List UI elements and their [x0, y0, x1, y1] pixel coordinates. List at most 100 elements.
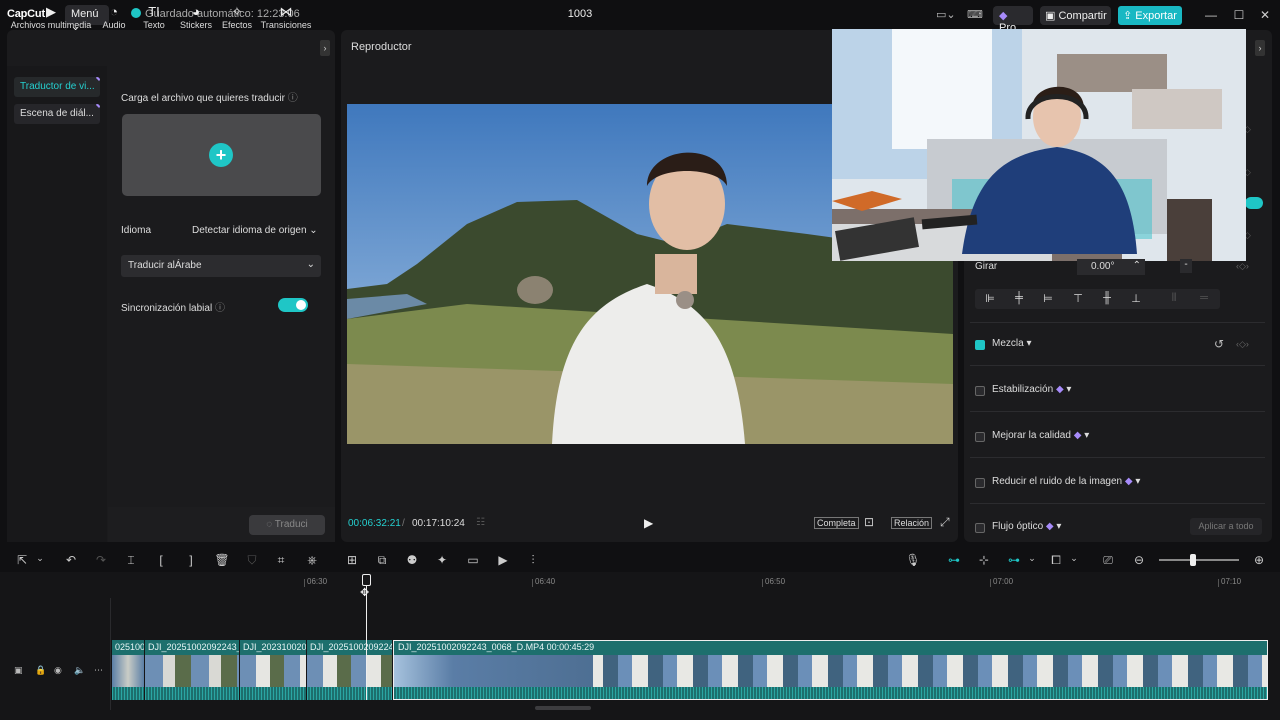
zoom-slider[interactable]	[1159, 559, 1239, 561]
close-icon[interactable]: ✕	[1258, 8, 1272, 22]
screen-icon[interactable]: ⎚	[1100, 553, 1116, 568]
keyframe-nav-icon[interactable]: ‹◇›	[1236, 261, 1249, 272]
screenshot-icon[interactable]: ⊡	[864, 515, 874, 529]
align-center-h-icon[interactable]: ╪	[1012, 292, 1026, 304]
undo-icon[interactable]: ↶	[63, 553, 79, 567]
reset-icon[interactable]: ↺	[1214, 337, 1224, 351]
hd-icon[interactable]: ▭	[465, 553, 481, 567]
link-icon[interactable]: ⊶	[946, 553, 962, 567]
zoom-out-icon[interactable]: ⊖	[1131, 553, 1147, 567]
keyframe-nav-icon[interactable]: ‹◇›	[1236, 339, 1249, 350]
chevron-down-icon[interactable]: ⌄	[1066, 553, 1082, 564]
rotate-minus-button[interactable]: -	[1180, 259, 1192, 273]
language-select[interactable]: Detectar idioma de origen ⌄	[192, 225, 318, 236]
timeline-clip[interactable]: DJI_2023100209	[240, 640, 306, 700]
sidebar-item-video-translator[interactable]: Traductor de vi... ◆	[14, 77, 100, 97]
split-icon[interactable]: ⌶	[123, 553, 139, 568]
panel-scroll-right[interactable]: ›	[1255, 40, 1265, 56]
transitions-icon: ⋈	[279, 4, 293, 19]
current-time: 00:06:32:21	[348, 518, 401, 529]
fullscreen-icon[interactable]: ⤢	[940, 515, 950, 530]
sidebar-item-dialog-scene[interactable]: Escena de diál... ◆	[14, 104, 100, 124]
timeline-scrollbar[interactable]	[535, 706, 591, 710]
webcam-overlay	[832, 29, 1246, 261]
tab-audio[interactable]: ◔ Audio	[100, 4, 128, 30]
speed-icon[interactable]: ⎈	[304, 553, 320, 568]
timeline-clip[interactable]: DJI_20251002092243_(	[145, 640, 239, 700]
preview-axis-icon[interactable]: ⧠	[1048, 553, 1064, 568]
tab-stickers[interactable]: ◕ Stickers	[178, 4, 214, 30]
align-center-v-icon[interactable]: ╫	[1100, 292, 1114, 304]
audio-waveform	[145, 687, 239, 700]
stepper-icon[interactable]: ⌃	[1133, 260, 1141, 271]
translate-button[interactable]: ◌ Traduci	[249, 515, 325, 535]
share-button[interactable]: ▣ Compartir	[1040, 6, 1111, 25]
magic-icon[interactable]: ✦	[434, 553, 450, 567]
play-button[interactable]: ▶	[644, 516, 653, 530]
align-left-icon[interactable]: ⊫	[983, 292, 997, 305]
stabilization-row[interactable]: Estabilización ◆ ▾	[975, 384, 1260, 402]
align-top-icon[interactable]: ⊤	[1071, 292, 1085, 305]
enhance-quality-row[interactable]: Mejorar la calidad ◆ ▾	[975, 430, 1260, 448]
tab-transitions[interactable]: ⋈ Transiciones	[260, 4, 312, 30]
stabilization-checkbox[interactable]	[975, 386, 985, 396]
lock-icon[interactable]: 🔒	[35, 665, 46, 676]
timeline-clip[interactable]: 025100	[112, 640, 144, 700]
tab-scroll-right[interactable]: ›	[320, 40, 330, 56]
chevron-down-icon[interactable]: ⌄	[32, 553, 48, 564]
tab-media[interactable]: ▶ Archivos multimedia	[10, 4, 92, 30]
more-icon[interactable]: ⋯	[94, 665, 103, 676]
redo-icon[interactable]: ↷	[93, 553, 109, 567]
split-right-icon[interactable]: ]	[183, 553, 199, 567]
denoise-checkbox[interactable]	[975, 478, 985, 488]
playhead-handle[interactable]	[362, 574, 371, 586]
audio-wave-icon[interactable]: ⫶	[525, 553, 541, 568]
timeline-clip-selected[interactable]: DJI_20251002092243_0068_D.MP4 00:00:45:2…	[393, 640, 1268, 700]
add-icon[interactable]: +	[209, 143, 233, 167]
tab-effects[interactable]: ✧ Efectos	[220, 4, 254, 30]
delete-icon[interactable]: 🗑	[214, 553, 230, 567]
track-cover-icon[interactable]: ▣	[14, 665, 23, 676]
align-bottom-icon[interactable]: ⊥	[1129, 292, 1143, 305]
align-right-icon[interactable]: ⊨	[1041, 292, 1055, 305]
apply-all-button[interactable]: Aplicar a todo	[1190, 518, 1262, 535]
zoom-slider-handle[interactable]	[1190, 554, 1196, 566]
mirror-icon[interactable]: ⧉	[374, 553, 390, 568]
eye-icon[interactable]: ◉	[54, 665, 62, 676]
select-tool-icon[interactable]: ⇱	[14, 553, 30, 567]
layout-icon[interactable]: ▭⌄	[936, 8, 956, 21]
ratio-button[interactable]: Relación	[891, 517, 933, 529]
maximize-icon[interactable]: ☐	[1232, 8, 1246, 22]
split-left-icon[interactable]: [	[153, 553, 169, 567]
keyboard-icon[interactable]: ⌨	[967, 8, 983, 21]
translate-to-select[interactable]: Traducir alÁrabe ⌄	[121, 255, 321, 277]
speaker-icon[interactable]: 🔈	[74, 665, 85, 676]
distribute-v-icon[interactable]: ═	[1197, 292, 1211, 304]
mix-checkbox[interactable]	[975, 340, 985, 350]
microphone-icon[interactable]: 🎙	[905, 553, 921, 567]
zoom-in-icon[interactable]: ⊕	[1251, 553, 1267, 567]
lipsync-toggle[interactable]	[278, 298, 308, 312]
timeline-grid-icon[interactable]: ☷	[476, 517, 485, 528]
chevron-down-icon[interactable]: ⌄	[1024, 553, 1040, 564]
export-button[interactable]: ⇪ Exportar	[1118, 6, 1182, 25]
rotate-input[interactable]: 0.00° ⌃	[1077, 259, 1145, 275]
project-title[interactable]: 1003	[560, 8, 600, 20]
minimize-icon[interactable]: —	[1204, 8, 1218, 22]
distribute-h-icon[interactable]: ⫴	[1167, 292, 1181, 305]
chain-icon[interactable]: ⊶	[1006, 553, 1022, 567]
full-quality-button[interactable]: Completa	[814, 517, 859, 529]
crop-icon[interactable]: ⌗	[273, 553, 289, 568]
enhance-quality-checkbox[interactable]	[975, 432, 985, 442]
play-square-icon[interactable]: ▶	[495, 553, 511, 567]
denoise-row[interactable]: Reducir el ruido de la imagen ◆ ▾	[975, 476, 1260, 494]
timeline-clip[interactable]: DJI_20251002092243	[307, 640, 392, 700]
person-icon[interactable]: ⚉	[404, 553, 420, 567]
freeze-icon[interactable]: ⊞	[344, 553, 360, 567]
snap-icon[interactable]: ⊹	[976, 553, 992, 567]
tab-text[interactable]: TI Texto	[140, 4, 168, 30]
optical-flow-checkbox[interactable]	[975, 523, 985, 533]
property-toggle[interactable]	[1245, 197, 1263, 209]
shield-icon[interactable]: ⛉	[244, 553, 260, 568]
pro-button[interactable]: ◆ Pro	[993, 6, 1033, 34]
